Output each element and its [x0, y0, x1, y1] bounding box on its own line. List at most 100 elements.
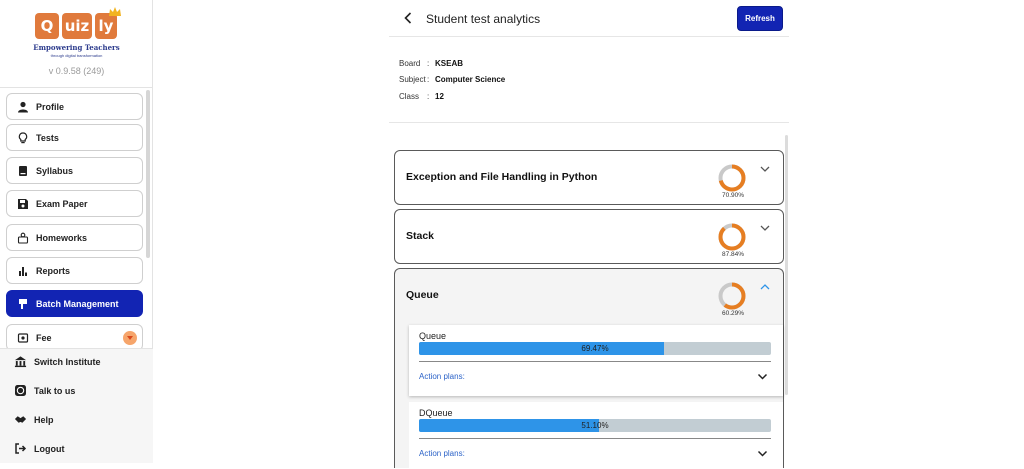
class-label: Class — [399, 91, 420, 101]
whatsapp-icon — [14, 384, 27, 397]
score-ring — [718, 164, 746, 192]
chevron-down-icon[interactable] — [757, 450, 768, 458]
chapter-card[interactable]: Exception and File Handling in Python 70… — [394, 150, 784, 205]
brand-logo-area: Q uiz ly Empowering Teachers through dig… — [0, 0, 152, 88]
chevron-left-icon — [404, 12, 412, 24]
main-panel: Student test analytics Refresh Board : K… — [389, 0, 789, 469]
chevron-down-icon[interactable] — [759, 164, 771, 174]
logout-icon — [14, 442, 27, 455]
sidebar-bottom-menu: Switch Institute Talk to us Help Logout — [0, 348, 153, 463]
topic-name: DQueue — [419, 408, 453, 418]
content-scrollbar[interactable] — [785, 135, 788, 395]
topic-percent: 51.10% — [581, 421, 609, 430]
topic-percent: 69.47% — [581, 344, 609, 353]
sidebar-item-label: Profile — [36, 101, 65, 112]
logout-button[interactable]: Logout — [14, 442, 65, 455]
homework-icon — [17, 232, 29, 244]
sidebar-menu: Profile Tests Syllabus Exam Paper Homewo… — [0, 88, 153, 351]
sidebar-item-reports[interactable]: Reports — [6, 257, 143, 284]
topic-progress-bar: 51.10% — [419, 419, 771, 432]
class-row: Class : 12 — [399, 88, 505, 105]
sidebar-item-label: Tests — [36, 132, 59, 143]
sidebar-item-tests[interactable]: Tests — [6, 124, 143, 151]
subject-value: Computer Science — [435, 75, 506, 85]
sidebar-item-label: Homeworks — [36, 232, 88, 243]
switch-institute-label: Switch Institute — [34, 356, 101, 367]
bar-chart-icon — [17, 265, 29, 277]
book-icon — [17, 165, 29, 177]
sidebar-item-label: Reports — [36, 265, 71, 276]
action-plans-label[interactable]: Action plans: — [419, 449, 465, 458]
fee-icon — [17, 332, 29, 344]
brand-subtagline: through digital transformation — [50, 53, 103, 58]
sidebar-item-homeworks[interactable]: Homeworks — [6, 224, 143, 251]
sidebar-item-label: Batch Management — [36, 298, 119, 309]
refresh-button[interactable]: Refresh — [737, 6, 783, 31]
page-title: Student test analytics — [426, 12, 541, 26]
chapter-title: Exception and File Handling in Python — [406, 171, 598, 183]
board-row: Board : KSEAB — [399, 55, 505, 72]
topic-panel: DQueue 51.10% Action plans: — [409, 402, 783, 469]
chevron-down-icon[interactable] — [759, 223, 771, 233]
handshake-icon — [14, 413, 27, 426]
board-label: Board — [399, 58, 421, 68]
sidebar-item-syllabus[interactable]: Syllabus — [6, 157, 143, 184]
sidebar-item-label: Syllabus — [36, 165, 74, 176]
talk-to-us-button[interactable]: Talk to us — [14, 384, 75, 397]
topic-panel: Queue 69.47% Action plans: — [409, 325, 783, 396]
sidebar-item-exam-paper[interactable]: Exam Paper — [6, 190, 143, 217]
divider — [419, 361, 771, 362]
action-plans-label[interactable]: Action plans: — [419, 372, 465, 381]
sidebar-item-label: Exam Paper — [36, 198, 88, 209]
crown-icon — [109, 7, 121, 16]
chapter-title: Queue — [406, 289, 439, 301]
help-label: Help — [34, 414, 54, 425]
chevron-down-icon — [127, 336, 133, 340]
chapter-title: Stack — [406, 230, 435, 242]
score-ring — [718, 223, 746, 251]
chevron-down-icon[interactable] — [757, 373, 768, 381]
save-icon — [17, 198, 29, 210]
institute-icon — [14, 355, 27, 368]
help-button[interactable]: Help — [14, 413, 54, 426]
chevron-up-icon[interactable] — [759, 282, 771, 292]
talk-to-us-label: Talk to us — [34, 385, 76, 396]
sidebar-item-batch-management[interactable]: Batch Management — [6, 290, 143, 317]
section-divider — [389, 122, 789, 123]
chapter-card-expanded[interactable]: Queue 60.29% Queue 69.47% Action plans: … — [394, 268, 784, 469]
topic-progress-bar: 69.47% — [419, 342, 771, 355]
test-info: Board : KSEAB Subject : Computer Science… — [399, 55, 505, 105]
topic-name: Queue — [419, 331, 447, 341]
lightbulb-icon — [17, 131, 29, 144]
subject-label: Subject — [399, 75, 426, 85]
expand-fee-button[interactable] — [123, 331, 137, 345]
separator: : — [427, 75, 430, 85]
chapter-percent: 70.90% — [721, 192, 745, 199]
subject-row: Subject : Computer Science — [399, 72, 505, 89]
board-value: KSEAB — [435, 58, 464, 68]
logo-letter: uiz — [62, 13, 92, 39]
chapter-percent: 60.29% — [721, 310, 745, 317]
sidebar-item-label: Fee — [36, 332, 52, 343]
person-icon — [17, 101, 29, 113]
page-header: Student test analytics Refresh — [389, 0, 789, 37]
switch-institute-button[interactable]: Switch Institute — [14, 355, 101, 368]
brand-tagline: Empowering Teachers — [33, 43, 120, 52]
chapter-percent: 87.84% — [721, 251, 745, 258]
sidebar-scrollbar[interactable] — [146, 90, 150, 258]
separator: : — [427, 58, 430, 68]
chapter-card[interactable]: Stack 87.84% — [394, 209, 784, 264]
separator: : — [427, 91, 430, 101]
logo-letter: Q — [35, 13, 59, 39]
score-ring — [718, 282, 746, 310]
sidebar-item-profile[interactable]: Profile — [6, 93, 143, 120]
logout-label: Logout — [34, 443, 65, 454]
sidebar: Q uiz ly Empowering Teachers through dig… — [0, 0, 153, 463]
class-value: 12 — [435, 91, 444, 101]
divider — [419, 438, 771, 439]
brand-logo: Q uiz ly — [35, 13, 117, 39]
batch-icon — [17, 298, 29, 310]
back-button[interactable] — [401, 11, 415, 25]
app-version: v 0.9.58 (249) — [48, 66, 105, 76]
sidebar-item-fee[interactable]: Fee — [6, 324, 143, 351]
